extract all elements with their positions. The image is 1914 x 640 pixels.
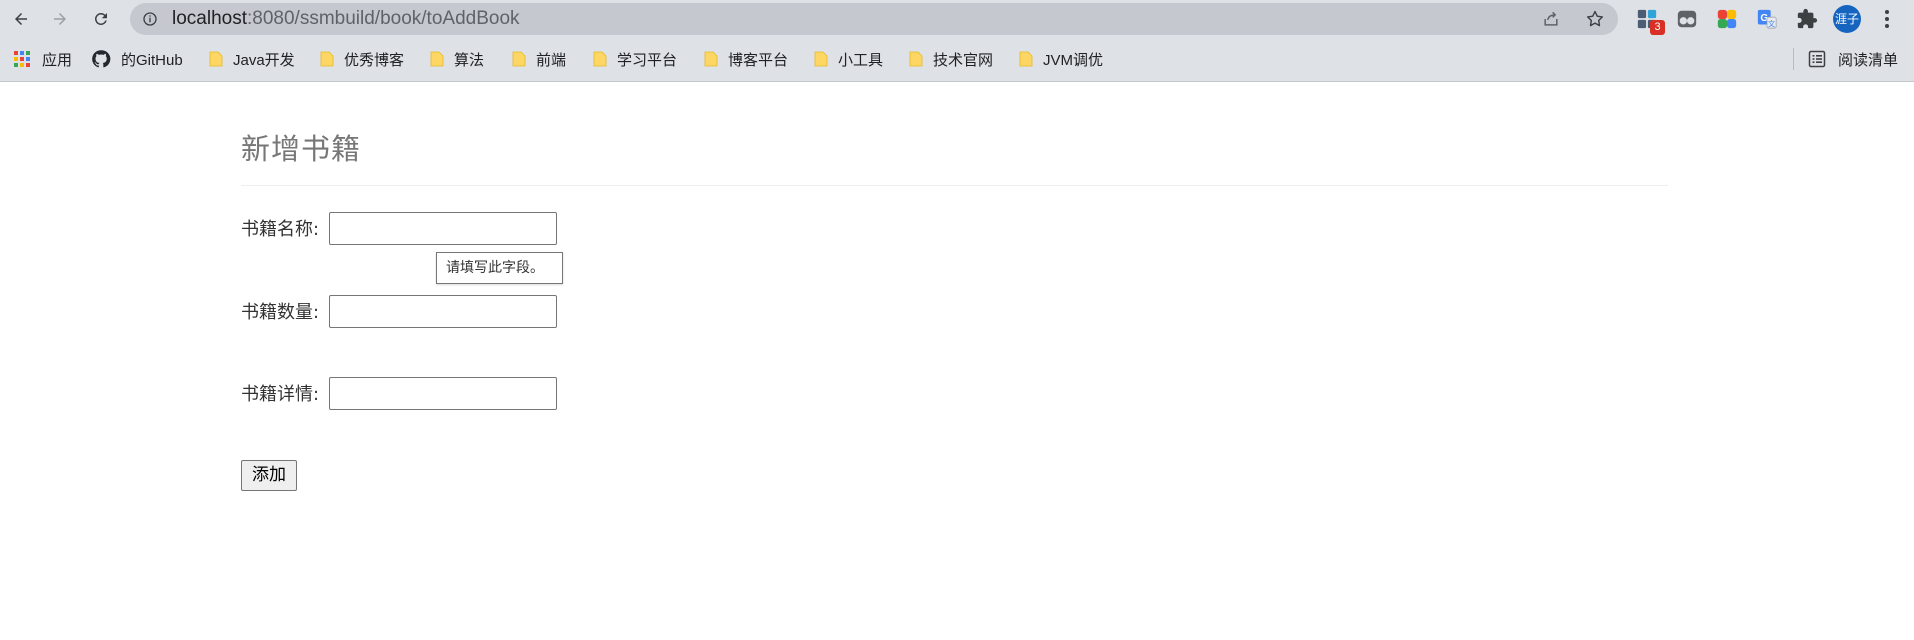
bookmark-folder-blog-platforms[interactable]: 博客平台 xyxy=(704,48,788,70)
bookmark-star-icon[interactable] xyxy=(1585,9,1605,29)
bookmark-label: 前端 xyxy=(536,51,567,69)
tampermonkey-icon[interactable] xyxy=(1676,8,1698,30)
bookmark-folder-learning[interactable]: 学习平台 xyxy=(593,48,677,70)
folder-icon xyxy=(1019,51,1033,67)
apps-grid-icon xyxy=(14,51,30,67)
url-path: :8080/ssmbuild/book/toAddBook xyxy=(247,8,520,29)
bookmark-label: 优秀博客 xyxy=(344,51,405,69)
url-text[interactable]: localhost:8080/ssmbuild/book/toAddBook xyxy=(172,3,520,35)
folder-icon xyxy=(593,51,607,67)
folder-icon xyxy=(512,51,526,67)
reading-list-icon xyxy=(1808,50,1826,68)
reload-button[interactable] xyxy=(86,4,116,34)
bookmark-label: 技术官网 xyxy=(933,51,994,69)
bookmark-label: 学习平台 xyxy=(617,51,678,69)
validation-tooltip: 请填写此字段。 xyxy=(436,252,563,284)
bookmark-folder-blogs[interactable]: 优秀博客 xyxy=(320,48,404,70)
bookmark-folder-tools[interactable]: 小工具 xyxy=(814,48,883,70)
title-divider xyxy=(241,185,1668,186)
extensions-puzzle-icon[interactable] xyxy=(1796,8,1818,30)
folder-icon xyxy=(320,51,334,67)
bookmark-apps[interactable]: 应用 xyxy=(14,48,72,70)
page-title: 新增书籍 xyxy=(241,132,362,166)
bookmark-folder-java[interactable]: Java开发 xyxy=(209,48,295,70)
folder-icon xyxy=(704,51,718,67)
book-detail-label: 书籍详情: xyxy=(241,384,320,405)
book-count-input[interactable] xyxy=(329,295,557,328)
folder-icon xyxy=(430,51,444,67)
book-name-input[interactable] xyxy=(329,212,557,245)
color-extension-icon[interactable] xyxy=(1716,8,1738,30)
folder-icon xyxy=(909,51,923,67)
folder-icon xyxy=(209,51,223,67)
browser-toolbar: localhost:8080/ssmbuild/book/toAddBook 3… xyxy=(0,0,1914,38)
address-bar[interactable]: localhost:8080/ssmbuild/book/toAddBook xyxy=(130,3,1618,35)
forward-button[interactable] xyxy=(45,4,75,34)
url-host: localhost xyxy=(172,8,247,29)
menu-kebab-icon[interactable] xyxy=(1880,8,1894,30)
arrow-left-icon xyxy=(15,13,27,25)
bookmark-label: 算法 xyxy=(454,51,485,69)
folder-icon xyxy=(814,51,828,67)
svg-text:文: 文 xyxy=(1768,19,1776,28)
reading-list-button[interactable]: 阅读清单 xyxy=(1808,48,1898,70)
book-name-label: 书籍名称: xyxy=(241,219,320,240)
add-button[interactable]: 添加 xyxy=(241,460,297,491)
bookmark-folder-official-sites[interactable]: 技术官网 xyxy=(909,48,993,70)
bookmark-label: JVM调优 xyxy=(1043,51,1104,69)
bookmark-label: 小工具 xyxy=(838,51,884,69)
back-button[interactable] xyxy=(6,4,36,34)
github-icon xyxy=(92,50,111,68)
bookmark-label: 应用 xyxy=(42,51,73,69)
bookmark-folder-frontend[interactable]: 前端 xyxy=(512,48,566,70)
site-info-icon[interactable] xyxy=(142,11,158,27)
share-icon[interactable] xyxy=(1541,9,1561,29)
bookmark-label: 的GitHub xyxy=(121,51,183,69)
bookmark-folder-jvm[interactable]: JVM调优 xyxy=(1019,48,1103,70)
bookmarks-divider xyxy=(1793,48,1794,70)
reading-list-label: 阅读清单 xyxy=(1838,51,1899,69)
book-detail-input[interactable] xyxy=(329,377,557,410)
arrow-right-icon xyxy=(54,13,66,25)
book-count-label: 书籍数量: xyxy=(241,302,320,323)
profile-avatar[interactable]: 涯子 xyxy=(1833,5,1861,33)
google-translate-icon[interactable]: G 文 xyxy=(1756,8,1778,30)
bookmark-github[interactable]: 的GitHub xyxy=(91,48,183,70)
extension-badge: 3 xyxy=(1650,20,1665,35)
bookmark-label: Java开发 xyxy=(233,51,295,69)
reload-icon xyxy=(94,12,107,25)
bookmark-folder-algorithms[interactable]: 算法 xyxy=(430,48,484,70)
bookmark-label: 博客平台 xyxy=(728,51,789,69)
